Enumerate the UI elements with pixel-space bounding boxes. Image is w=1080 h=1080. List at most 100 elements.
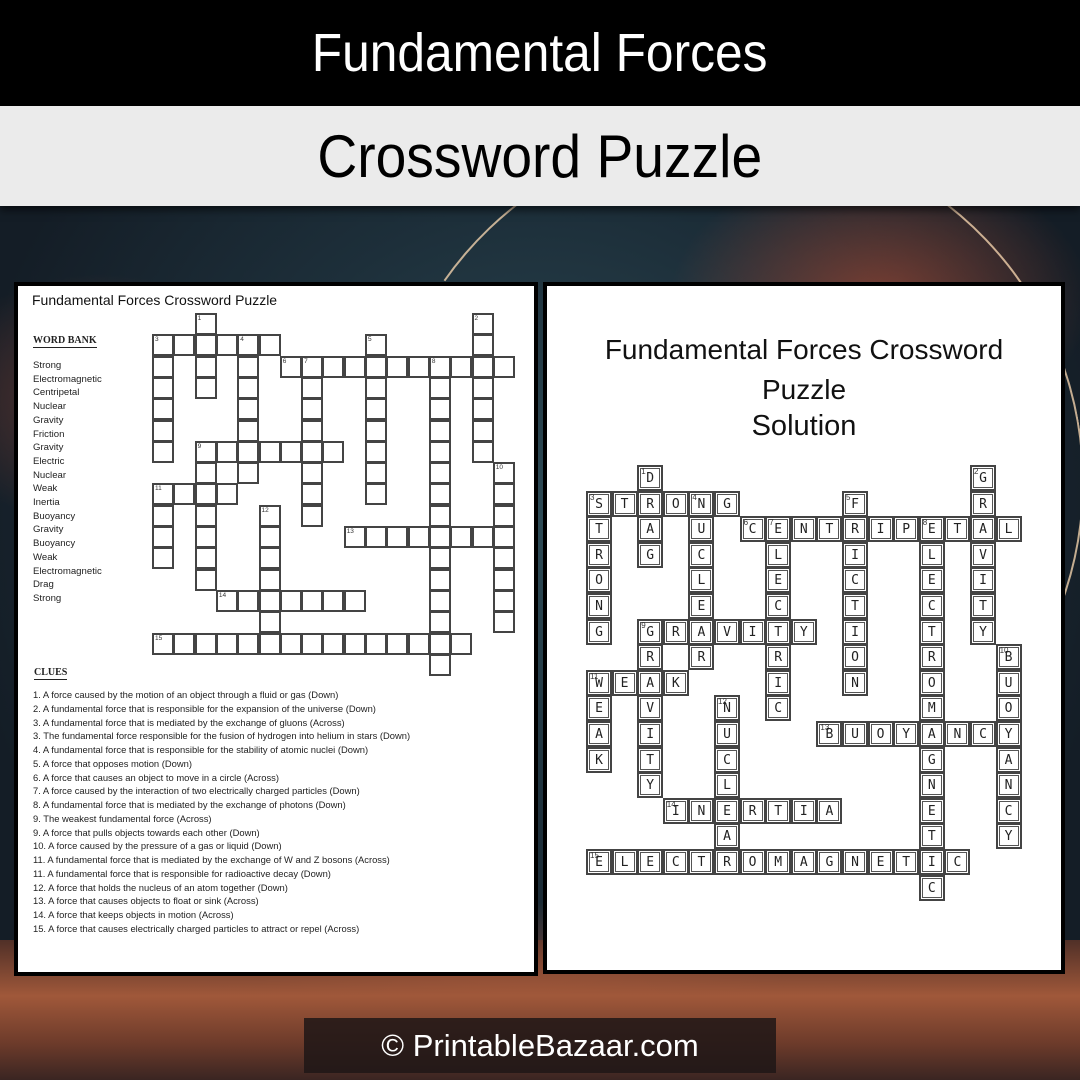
crossword-cell[interactable] bbox=[492, 483, 515, 506]
crossword-cell[interactable] bbox=[215, 334, 238, 357]
crossword-cell[interactable]: 8 bbox=[428, 355, 451, 378]
crossword-cell[interactable] bbox=[450, 355, 473, 378]
crossword-cell[interactable] bbox=[428, 504, 451, 527]
crossword-cell[interactable] bbox=[258, 334, 281, 357]
crossword-cell[interactable]: 14 bbox=[215, 589, 238, 612]
crossword-cell[interactable] bbox=[194, 376, 217, 399]
crossword-cell[interactable] bbox=[301, 483, 324, 506]
crossword-cell[interactable]: 15 bbox=[152, 632, 174, 655]
crossword-cell[interactable] bbox=[365, 462, 387, 485]
crossword-cell[interactable] bbox=[194, 334, 217, 357]
crossword-cell[interactable] bbox=[258, 632, 281, 655]
crossword-cell[interactable] bbox=[258, 611, 281, 634]
crossword-cell[interactable] bbox=[152, 419, 174, 442]
crossword-cell[interactable] bbox=[301, 632, 324, 655]
crossword-cell[interactable] bbox=[386, 526, 409, 548]
crossword-cell[interactable] bbox=[237, 440, 260, 463]
crossword-cell[interactable] bbox=[301, 504, 324, 527]
crossword-cell[interactable] bbox=[194, 526, 217, 548]
crossword-cell[interactable]: 13 bbox=[343, 526, 366, 548]
crossword-cell[interactable] bbox=[322, 355, 345, 378]
crossword-cell[interactable] bbox=[492, 611, 515, 634]
crossword-cell[interactable] bbox=[471, 440, 494, 463]
crossword-cell[interactable] bbox=[428, 568, 451, 591]
crossword-cell[interactable]: 9 bbox=[194, 440, 217, 463]
crossword-cell[interactable] bbox=[215, 483, 238, 506]
crossword-cell[interactable] bbox=[237, 376, 260, 399]
crossword-cell[interactable] bbox=[492, 547, 515, 570]
crossword-cell[interactable] bbox=[365, 440, 387, 463]
crossword-cell[interactable] bbox=[258, 568, 281, 591]
crossword-cell[interactable] bbox=[365, 419, 387, 442]
crossword-cell[interactable]: 10 bbox=[492, 462, 515, 485]
crossword-cell[interactable] bbox=[386, 632, 409, 655]
crossword-cell[interactable] bbox=[450, 526, 473, 548]
crossword-cell[interactable] bbox=[173, 632, 196, 655]
crossword-cell[interactable] bbox=[428, 440, 451, 463]
crossword-cell[interactable] bbox=[471, 334, 494, 357]
crossword-cell[interactable] bbox=[152, 398, 174, 421]
crossword-cell[interactable] bbox=[471, 526, 494, 548]
crossword-cell[interactable] bbox=[194, 504, 217, 527]
crossword-cell[interactable] bbox=[428, 376, 451, 399]
crossword-cell[interactable] bbox=[492, 568, 515, 591]
crossword-cell[interactable] bbox=[258, 440, 281, 463]
crossword-cell[interactable] bbox=[471, 419, 494, 442]
crossword-cell[interactable] bbox=[258, 547, 281, 570]
crossword-cell[interactable] bbox=[386, 355, 409, 378]
crossword-cell[interactable] bbox=[365, 632, 387, 655]
crossword-cell[interactable] bbox=[492, 355, 515, 378]
crossword-cell[interactable] bbox=[322, 589, 345, 612]
crossword-cell[interactable] bbox=[301, 462, 324, 485]
crossword-cell[interactable] bbox=[428, 611, 451, 634]
crossword-cell[interactable] bbox=[194, 568, 217, 591]
crossword-cell[interactable] bbox=[343, 355, 366, 378]
crossword-cell[interactable] bbox=[428, 483, 451, 506]
crossword-cell[interactable] bbox=[237, 398, 260, 421]
crossword-cell[interactable] bbox=[258, 526, 281, 548]
crossword-cell[interactable] bbox=[152, 504, 174, 527]
crossword-cell[interactable] bbox=[237, 419, 260, 442]
crossword-cell[interactable] bbox=[279, 632, 302, 655]
crossword-cell[interactable] bbox=[194, 462, 217, 485]
crossword-cell[interactable]: 4 bbox=[237, 334, 260, 357]
crossword-cell[interactable]: 6 bbox=[279, 355, 302, 378]
crossword-cell[interactable] bbox=[152, 376, 174, 399]
crossword-cell[interactable] bbox=[194, 355, 217, 378]
crossword-cell[interactable] bbox=[322, 632, 345, 655]
crossword-cell[interactable] bbox=[365, 526, 387, 548]
crossword-cell[interactable] bbox=[152, 526, 174, 548]
crossword-cell[interactable] bbox=[365, 483, 387, 506]
crossword-cell[interactable] bbox=[407, 632, 430, 655]
crossword-cell[interactable] bbox=[343, 632, 366, 655]
crossword-cell[interactable] bbox=[428, 526, 451, 548]
crossword-cell[interactable] bbox=[173, 334, 196, 357]
crossword-cell[interactable] bbox=[279, 589, 302, 612]
crossword-cell[interactable] bbox=[428, 653, 451, 676]
crossword-cell[interactable] bbox=[301, 419, 324, 442]
crossword-cell[interactable] bbox=[301, 589, 324, 612]
crossword-cell[interactable] bbox=[492, 589, 515, 612]
crossword-cell[interactable] bbox=[173, 483, 196, 506]
crossword-cell[interactable]: 11 bbox=[152, 483, 174, 506]
crossword-cell[interactable] bbox=[492, 504, 515, 527]
crossword-cell[interactable] bbox=[365, 355, 387, 378]
crossword-cell[interactable]: 5 bbox=[365, 334, 387, 357]
crossword-cell[interactable] bbox=[343, 589, 366, 612]
crossword-cell[interactable] bbox=[471, 355, 494, 378]
crossword-cell[interactable] bbox=[322, 440, 345, 463]
crossword-cell[interactable] bbox=[407, 355, 430, 378]
crossword-cell[interactable] bbox=[237, 589, 260, 612]
crossword-cell[interactable] bbox=[194, 632, 217, 655]
crossword-cell[interactable] bbox=[471, 376, 494, 399]
crossword-cell[interactable] bbox=[365, 376, 387, 399]
crossword-cell[interactable] bbox=[152, 355, 174, 378]
crossword-cell[interactable]: 3 bbox=[152, 334, 174, 357]
crossword-cell[interactable]: 7 bbox=[301, 355, 324, 378]
crossword-cell[interactable] bbox=[407, 526, 430, 548]
crossword-cell[interactable] bbox=[237, 632, 260, 655]
crossword-cell[interactable] bbox=[301, 376, 324, 399]
crossword-cell[interactable] bbox=[237, 355, 260, 378]
crossword-cell[interactable] bbox=[237, 462, 260, 485]
crossword-cell[interactable] bbox=[152, 440, 174, 463]
